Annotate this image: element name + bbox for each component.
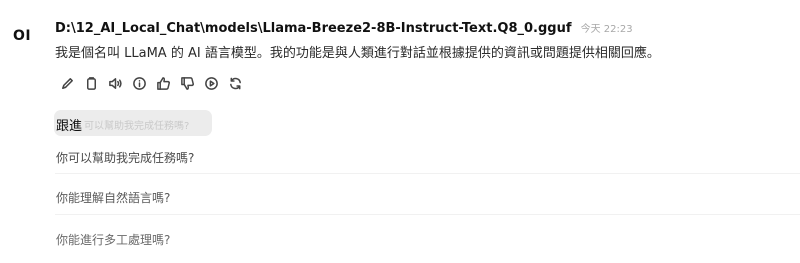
- thumbs-up-icon[interactable]: [156, 73, 180, 93]
- thumbs-down-icon[interactable]: [180, 73, 204, 93]
- message-header: D:\12_AI_Local_Chat\models\Llama-Breeze2…: [55, 17, 633, 36]
- model-avatar: OI: [13, 28, 32, 44]
- regenerate-icon[interactable]: [228, 73, 252, 93]
- info-icon[interactable]: [132, 73, 156, 93]
- message-timestamp: 今天 22:23: [580, 24, 633, 35]
- message-action-toolbar: [60, 73, 252, 93]
- suggestion-item[interactable]: 你能理解自然語言嗎?: [56, 189, 170, 206]
- followup-ghost-text: 可以幫助我完成任務嗎?: [84, 121, 190, 132]
- suggestion-item[interactable]: 你能進行多工處理嗎?: [56, 231, 170, 248]
- model-name: D:\12_AI_Local_Chat\models\Llama-Breeze2…: [55, 21, 572, 36]
- copy-icon[interactable]: [84, 73, 108, 93]
- edit-icon[interactable]: [60, 73, 84, 93]
- assistant-message-text: 我是個名叫 LLaMA 的 AI 語言模型。我的功能是與人類進行對話並根據提供的…: [55, 46, 660, 61]
- suggestion-divider: [55, 173, 800, 174]
- read-aloud-icon[interactable]: [108, 73, 132, 93]
- play-icon[interactable]: [204, 73, 228, 93]
- suggestion-item[interactable]: 你可以幫助我完成任務嗎?: [56, 149, 194, 166]
- suggestion-divider: [55, 214, 800, 215]
- followup-label: 跟進: [56, 119, 83, 134]
